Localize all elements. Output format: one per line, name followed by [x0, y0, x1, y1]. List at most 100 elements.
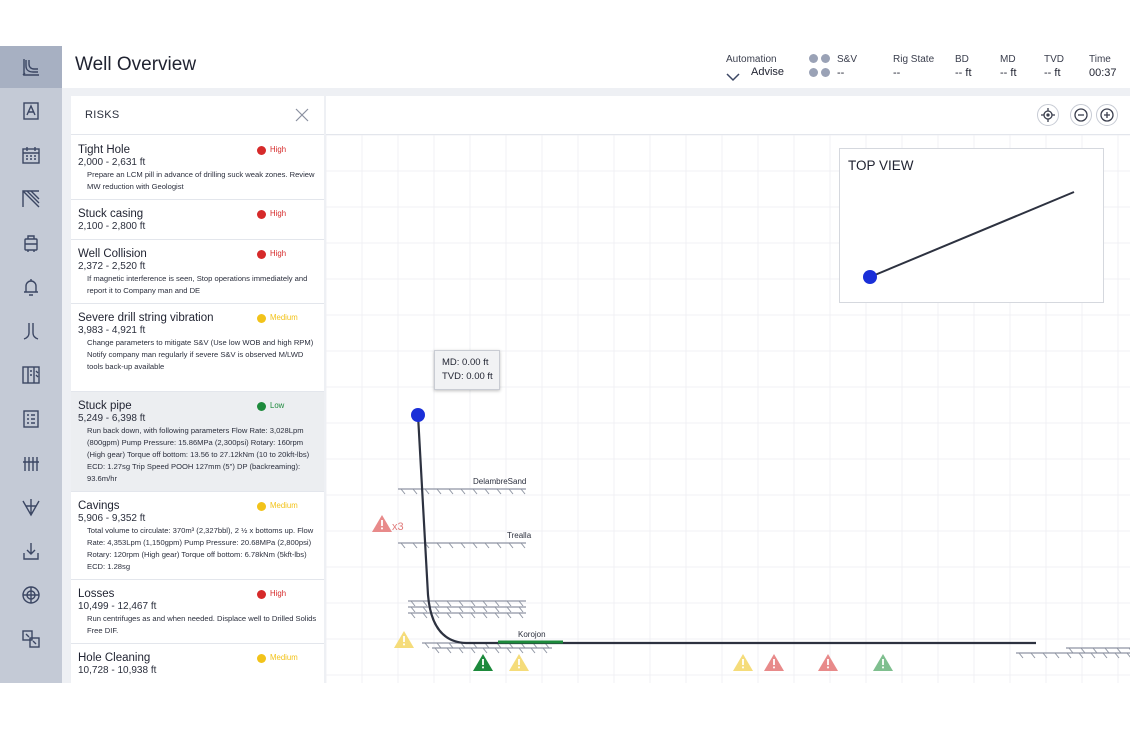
time-value: 00:37	[1089, 67, 1117, 79]
wellbore-icon[interactable]	[0, 310, 62, 352]
bd-label: BD	[955, 54, 969, 65]
zoom-in-button[interactable]	[1096, 104, 1118, 126]
formation-label: Korojon	[518, 630, 546, 639]
formation-boundary	[1016, 652, 1130, 659]
header-bar: Well Overview Automation Advise S&V -- R…	[62, 46, 1130, 88]
severity-dot	[257, 654, 266, 663]
plot-toolbar	[326, 96, 1130, 135]
risk-mitigation: Run centrifuges as and when needed. Disp…	[87, 614, 317, 635]
formation-boundary	[408, 612, 526, 619]
severity-label: High	[270, 145, 287, 154]
risks-panel-header: RISKS	[71, 96, 324, 135]
tvd-label: TVD	[1044, 54, 1064, 65]
bd-value: -- ft	[955, 67, 972, 79]
severity-label: Medium	[270, 313, 298, 322]
crosshair-icon	[1041, 108, 1055, 122]
bell-icon[interactable]	[0, 266, 62, 308]
risk-item[interactable]: Tight Hole 2,000 - 2,631 ft High Prepare an…	[71, 136, 324, 200]
severity-dot	[257, 146, 266, 155]
top-view-trajectory	[863, 191, 1075, 284]
formation-label: DelambreSand	[473, 477, 526, 486]
risk-warning-icon	[764, 654, 784, 671]
formation-label: Trealla	[507, 531, 532, 540]
zoom-out-button[interactable]	[1070, 104, 1092, 126]
automation-value[interactable]: Advise	[751, 66, 784, 78]
risk-name: Cavings	[78, 500, 120, 512]
risk-item[interactable]: Losses 10,499 - 12,467 ft High Run centrifu…	[71, 580, 324, 644]
severity-dot	[257, 502, 266, 511]
risk-name: Stuck casing	[78, 208, 144, 220]
depth-tooltip: MD: 0.00 ft TVD: 0.00 ft	[434, 350, 500, 390]
page-title: Well Overview	[75, 54, 197, 75]
sv-indicator-2	[821, 54, 830, 63]
formation-boundary	[408, 606, 526, 613]
transfer-icon[interactable]	[0, 618, 62, 660]
severity-dot	[257, 590, 266, 599]
app-window: Well Overview Automation Advise S&V -- R…	[0, 46, 1130, 683]
risk-cluster-count: x3	[392, 521, 404, 533]
severity-dot	[257, 402, 266, 411]
risk-name: Well Collision	[78, 248, 147, 260]
recenter-button[interactable]	[1037, 104, 1059, 126]
book-icon[interactable]	[0, 354, 62, 396]
well-plot-area[interactable]: DelambreSand Trealla Korojon x3 TOP VIEW M…	[326, 96, 1130, 683]
well-start-marker	[411, 408, 425, 422]
tvd-value: -- ft	[1044, 67, 1061, 79]
severity-dot	[257, 210, 266, 219]
risk-item[interactable]: Well Collision 2,372 - 2,520 ft High If mag…	[71, 240, 324, 304]
network-icon[interactable]	[0, 486, 62, 528]
list-icon[interactable]	[0, 398, 62, 440]
sv-indicator-1	[809, 54, 818, 63]
risk-mitigation: If magnetic interference is seen, Stop o…	[87, 274, 308, 295]
risk-depth-range: 2,100 - 2,800 ft	[78, 221, 146, 232]
risk-item[interactable]: Stuck casing 2,100 - 2,800 ft High	[71, 200, 324, 240]
tooltip-md: MD: 0.00 ft	[442, 357, 489, 368]
plus-icon	[1100, 108, 1114, 122]
risk-depth-range: 10,728 - 10,938 ft	[78, 665, 157, 676]
severity-label: Low	[270, 401, 285, 410]
tooltip-tvd: TVD: 0.00 ft	[442, 371, 493, 382]
risk-warning-icon	[509, 654, 529, 671]
md-label: MD	[1000, 54, 1016, 65]
risk-name: Severe drill string vibration	[78, 312, 214, 324]
chevron-down-icon[interactable]	[726, 69, 740, 82]
well-trajectory-line	[416, 414, 1036, 645]
risk-warning-icon	[372, 515, 392, 532]
risk-depth-range: 3,983 - 4,921 ft	[78, 325, 146, 336]
risk-warning-icon	[873, 654, 893, 671]
risk-depth-range: 5,906 - 9,352 ft	[78, 513, 146, 524]
risk-item[interactable]: Stuck pipe 5,249 - 6,398 ft Low Run back do…	[71, 392, 324, 492]
trajectory-icon[interactable]	[0, 46, 62, 88]
minus-icon	[1074, 108, 1088, 122]
bag-icon[interactable]	[0, 222, 62, 264]
bars-icon[interactable]	[0, 442, 62, 484]
risk-warning-icon	[473, 654, 493, 671]
severity-label: High	[270, 249, 287, 258]
rig-state-value: --	[893, 67, 901, 79]
risks-panel: RISKS Tight Hole 2,000 - 2,631 ft High Prep…	[71, 96, 324, 683]
rig-state-label: Rig State	[893, 54, 935, 65]
sv-label: S&V	[837, 54, 858, 65]
risk-warning-icon	[818, 654, 838, 671]
calendar-icon[interactable]	[0, 134, 62, 176]
sv-indicator-3	[809, 68, 818, 77]
risk-item[interactable]: Severe drill string vibration 3,983 - 4,9…	[71, 304, 324, 392]
risk-mitigation: Total volume to circulate: 370m³ (2,327b…	[87, 526, 314, 571]
download-icon[interactable]	[0, 530, 62, 572]
risk-depth-range: 5,249 - 6,398 ft	[78, 413, 146, 424]
formation-boundary	[398, 542, 526, 549]
close-icon[interactable]	[294, 107, 310, 123]
sidebar	[0, 46, 62, 683]
angle-icon[interactable]	[0, 178, 62, 220]
risk-item[interactable]: Cavings 5,906 - 9,352 ft Medium Total volum…	[71, 492, 324, 580]
risk-item[interactable]: Hole Cleaning 10,728 - 10,938 ft Medium	[71, 644, 324, 683]
risk-warning-icon	[733, 654, 753, 671]
formation-boundary	[432, 647, 552, 654]
sv-indicator-4	[821, 68, 830, 77]
target-icon[interactable]	[0, 574, 62, 616]
formation-boundary	[1066, 647, 1130, 654]
document-a-icon[interactable]	[0, 90, 62, 132]
severity-label: High	[270, 589, 287, 598]
risk-mitigation: Change parameters to mitigate S&V (Use l…	[87, 338, 314, 371]
sv-value: --	[837, 67, 845, 79]
